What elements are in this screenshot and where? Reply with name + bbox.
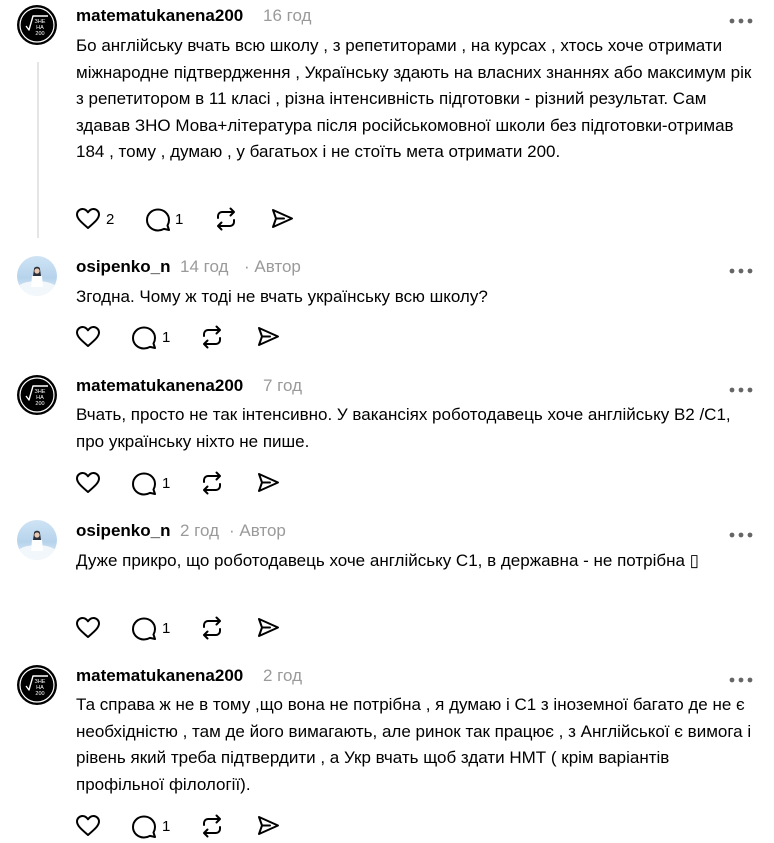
reply-count: 1	[175, 211, 184, 228]
repost-icon	[217, 207, 235, 231]
heart-icon	[76, 472, 100, 493]
reply-button[interactable]	[132, 616, 156, 642]
avatar[interactable]: ЗНЕ НА 200	[17, 665, 57, 705]
heart-icon	[76, 326, 100, 347]
more-icon[interactable]	[728, 526, 754, 538]
timestamp[interactable]: 16 год	[263, 6, 311, 26]
author-badge: · Автор	[229, 521, 286, 540]
comment-icon	[146, 208, 170, 232]
like-button[interactable]	[76, 616, 100, 642]
repost-button[interactable]	[200, 814, 224, 840]
repost-button[interactable]	[200, 471, 224, 497]
profile-photo	[17, 530, 57, 560]
avatar[interactable]	[17, 256, 57, 296]
comment-text: Згодна. Чому ж тоді не вчать українську …	[76, 287, 488, 306]
logo-image: ЗНЕНА200	[19, 7, 55, 43]
logo-text: 200	[35, 691, 44, 697]
username[interactable]: osipenko_n	[76, 257, 170, 277]
profile-photo	[17, 266, 57, 296]
share-icon	[258, 473, 279, 492]
username[interactable]: matematukanena200	[76, 666, 243, 686]
repost-icon	[203, 814, 221, 838]
logo-image: ЗНЕНА200	[19, 377, 55, 413]
dots-icon	[729, 268, 753, 274]
more-icon[interactable]	[728, 671, 754, 683]
share-icon	[258, 816, 279, 835]
comment-text: Та справа ж не в тому ,що вона не потріб…	[76, 695, 752, 794]
thread-line	[37, 62, 39, 238]
more-icon[interactable]	[728, 381, 754, 393]
reply-count: 1	[162, 620, 171, 637]
author-badge: · Автор	[244, 257, 301, 276]
share-button[interactable]	[256, 616, 280, 642]
share-button[interactable]	[256, 325, 280, 351]
share-button[interactable]	[256, 814, 280, 840]
comment-icon	[132, 326, 156, 350]
share-icon	[258, 327, 279, 346]
comment-text: Бо англійську вчать всю школу , з репети…	[76, 36, 752, 161]
repost-icon	[203, 471, 221, 495]
share-button[interactable]	[270, 207, 294, 233]
comment-icon	[132, 617, 156, 641]
heart-icon	[76, 617, 100, 638]
share-icon	[258, 618, 279, 637]
repost-button[interactable]	[214, 207, 238, 233]
reply-button[interactable]	[146, 207, 170, 233]
like-button[interactable]	[76, 471, 100, 497]
like-button[interactable]	[76, 325, 100, 351]
reply-button[interactable]	[132, 814, 156, 840]
timestamp[interactable]: 2 год	[180, 521, 219, 541]
heart-icon	[76, 815, 100, 836]
reply-count: 1	[162, 818, 171, 835]
more-icon[interactable]	[728, 262, 754, 274]
repost-button[interactable]	[200, 616, 224, 642]
avatar[interactable]: ЗНЕ НА 200	[17, 5, 57, 45]
like-button[interactable]	[76, 814, 100, 840]
repost-button[interactable]	[200, 325, 224, 351]
avatar[interactable]: ЗНЕ НА 200	[17, 375, 57, 415]
share-button[interactable]	[256, 471, 280, 497]
heart-icon	[76, 208, 100, 229]
share-icon	[272, 209, 293, 228]
reply-button[interactable]	[132, 471, 156, 497]
reply-count: 1	[162, 475, 171, 492]
reply-button[interactable]	[132, 325, 156, 351]
username[interactable]: osipenko_n	[76, 521, 170, 541]
logo-image: ЗНЕНА200	[19, 667, 55, 703]
comment-text: Дуже прикро, що роботодавець хоче англій…	[76, 551, 700, 570]
timestamp[interactable]: 14 год	[180, 257, 228, 277]
username[interactable]: matematukanena200	[76, 6, 243, 26]
dots-icon	[729, 18, 753, 24]
timestamp[interactable]: 2 год	[263, 666, 302, 686]
comment-icon	[132, 815, 156, 839]
username[interactable]: matematukanena200	[76, 376, 243, 396]
logo-text: 200	[35, 401, 44, 407]
dots-icon	[729, 677, 753, 683]
more-icon[interactable]	[728, 12, 754, 24]
repost-icon	[203, 325, 221, 349]
comment-text: Вчать, просто не так інтенсивно. У вакан…	[76, 405, 731, 451]
repost-icon	[203, 616, 221, 640]
dots-icon	[729, 532, 753, 538]
avatar[interactable]	[17, 520, 57, 560]
logo-text: 200	[35, 31, 44, 37]
timestamp[interactable]: 7 год	[263, 376, 302, 396]
like-count: 2	[106, 211, 115, 228]
reply-count: 1	[162, 329, 171, 346]
dots-icon	[729, 387, 753, 393]
comment-icon	[132, 472, 156, 496]
like-button[interactable]	[76, 207, 100, 233]
